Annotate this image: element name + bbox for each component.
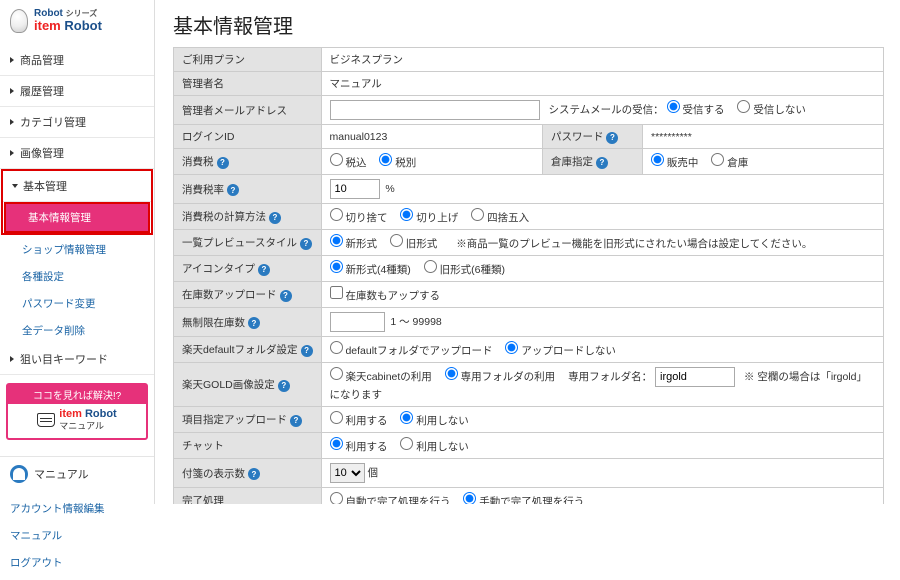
rg-cabinet-radio xyxy=(330,367,343,380)
help-icon[interactable]: ? xyxy=(290,415,302,427)
help-icon[interactable]: ? xyxy=(248,468,260,480)
notes-count-select[interactable]: 10 xyxy=(330,463,365,483)
nav-basic[interactable]: 基本管理 xyxy=(3,171,151,202)
tc-ceil-radio xyxy=(400,208,413,221)
caret-right-icon xyxy=(10,150,14,156)
rd-none-radio xyxy=(505,341,518,354)
mail-noreceive-radio xyxy=(737,100,750,113)
link-logout[interactable]: ログアウト xyxy=(0,549,154,576)
help-icon[interactable]: ? xyxy=(269,212,281,224)
nav-history[interactable]: 履歴管理 xyxy=(0,76,154,107)
caret-down-icon xyxy=(12,184,18,188)
pv-old-radio xyxy=(390,234,403,247)
settings-table: ご利用プランビジネスプラン 管理者名マニュアル 管理者メールアドレス システムメ… xyxy=(173,47,884,504)
caret-right-icon xyxy=(10,88,14,94)
nav-basic-info[interactable]: 基本情報管理 xyxy=(4,202,150,233)
manual-banner[interactable]: ココを見れば解決!? item Robotマニュアル xyxy=(6,383,148,440)
help-icon[interactable]: ? xyxy=(280,290,292,302)
rd-default-radio xyxy=(330,341,343,354)
iu-nouse-radio xyxy=(400,411,413,424)
main-content: 基本情報管理 ご利用プランビジネスプラン 管理者名マニュアル 管理者メールアドレ… xyxy=(155,0,900,504)
ch-use-radio xyxy=(330,437,343,450)
help-icon[interactable]: ? xyxy=(300,238,312,250)
avatar-icon xyxy=(10,465,28,483)
caret-right-icon xyxy=(10,356,14,362)
help-icon[interactable]: ? xyxy=(278,380,290,392)
rg-folder-radio xyxy=(445,367,458,380)
caret-right-icon xyxy=(10,119,14,125)
wh-stock-radio xyxy=(711,153,724,166)
nav-password[interactable]: パスワード変更 xyxy=(0,290,154,317)
tax-exc-radio xyxy=(379,153,392,166)
tc-floor-radio xyxy=(330,208,343,221)
link-account[interactable]: アカウント情報編集 xyxy=(0,495,154,522)
nav-settings[interactable]: 各種設定 xyxy=(0,263,154,290)
nav-keyword[interactable]: 狙い目キーワード xyxy=(0,344,154,375)
stock-upload-checkbox xyxy=(330,286,343,299)
tax-inc-radio xyxy=(330,153,343,166)
iu-use-radio xyxy=(330,411,343,424)
help-icon[interactable]: ? xyxy=(227,184,239,196)
wh-selling-radio xyxy=(651,153,664,166)
ic-old-radio xyxy=(424,260,437,273)
nav-delete-all[interactable]: 全データ削除 xyxy=(0,317,154,344)
user-display: マニュアル xyxy=(0,456,154,491)
pv-new-radio xyxy=(330,234,343,247)
book-icon xyxy=(37,413,55,427)
sidebar: Robot シリーズ item Robot 商品管理 履歴管理 カテゴリ管理 画… xyxy=(0,0,155,504)
nav-image[interactable]: 画像管理 xyxy=(0,138,154,169)
tc-round-radio xyxy=(471,208,484,221)
help-icon[interactable]: ? xyxy=(606,132,618,144)
logo: Robot シリーズ item Robot xyxy=(0,0,154,45)
page-title: 基本情報管理 xyxy=(173,10,884,39)
cp-auto-radio xyxy=(330,492,343,504)
user-name: マニュアル xyxy=(34,466,89,482)
nav-shop-info[interactable]: ショップ情報管理 xyxy=(0,236,154,263)
ic-new-radio xyxy=(330,260,343,273)
ch-nouse-radio xyxy=(400,437,413,450)
gold-folder-input[interactable] xyxy=(655,367,735,387)
help-icon[interactable]: ? xyxy=(217,157,229,169)
nav-category[interactable]: カテゴリ管理 xyxy=(0,107,154,138)
help-icon[interactable]: ? xyxy=(301,345,313,357)
help-icon[interactable]: ? xyxy=(258,264,270,276)
mail-receive-radio xyxy=(667,100,680,113)
help-icon[interactable]: ? xyxy=(596,157,608,169)
nav-products[interactable]: 商品管理 xyxy=(0,45,154,76)
tax-rate-input[interactable] xyxy=(330,179,380,199)
link-manual[interactable]: マニュアル xyxy=(0,522,154,549)
cp-manual-radio xyxy=(463,492,476,504)
admin-email-input[interactable] xyxy=(330,100,540,120)
unlimited-stock-input[interactable] xyxy=(330,312,385,332)
robot-icon xyxy=(10,9,28,33)
caret-right-icon xyxy=(10,57,14,63)
help-icon[interactable]: ? xyxy=(248,317,260,329)
